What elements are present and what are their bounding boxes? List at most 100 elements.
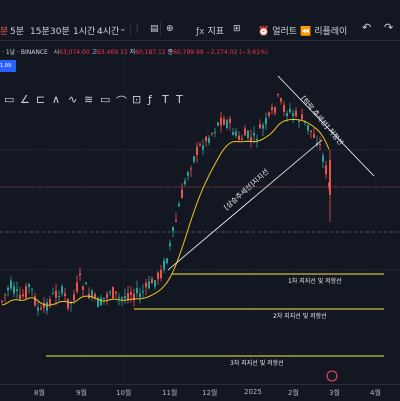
x-axis xyxy=(0,384,400,401)
candle-body xyxy=(76,282,78,292)
triangle-tool-icon[interactable]: ∧ xyxy=(52,93,60,106)
candle-body xyxy=(214,131,216,134)
candle-body xyxy=(136,288,138,294)
candle-body xyxy=(187,172,189,176)
high-value: 63,469.13 xyxy=(97,49,128,56)
candle-body xyxy=(142,291,144,293)
candle-body xyxy=(310,130,312,132)
candle-body xyxy=(169,242,171,247)
candle-body xyxy=(157,272,159,280)
candle-body xyxy=(100,297,102,306)
x-tick-label: 2025 xyxy=(244,388,262,396)
candle-body xyxy=(139,293,141,298)
x-tick-label: 8월 xyxy=(34,389,45,397)
candle-body xyxy=(262,124,264,129)
price-chart[interactable] xyxy=(0,0,400,384)
candle-body xyxy=(172,226,174,232)
candle-body xyxy=(277,94,279,96)
candle-body xyxy=(181,189,183,199)
x-tick-label: 12월 xyxy=(202,389,218,397)
candle-body xyxy=(85,282,87,285)
candle-body xyxy=(256,139,258,141)
candle-body xyxy=(289,109,291,113)
candle-body xyxy=(121,297,123,299)
candle-body xyxy=(28,284,30,288)
candle-body xyxy=(253,133,255,136)
candle-body xyxy=(178,203,180,207)
candle-body xyxy=(259,124,261,129)
rectangle-tool-icon[interactable]: ▭ xyxy=(4,93,14,106)
candle-body xyxy=(79,273,81,276)
candle-body xyxy=(190,168,192,170)
support-line-3-label: 3차 지지선 및 저항선 xyxy=(230,360,284,367)
candle-body xyxy=(115,291,117,294)
candle-body xyxy=(280,98,282,102)
candle-body xyxy=(283,104,285,112)
candle-body xyxy=(40,308,42,310)
candle-body xyxy=(229,118,231,123)
candle-body xyxy=(151,278,153,284)
candle-body xyxy=(55,290,57,298)
support-line-2-label: 2차 지지선 및 저항선 xyxy=(273,313,327,320)
drawing-toolbar: ▭ ∠ ⊏ ∧ ∿ ≋ ▭ ⌒ ⊡ ƒ T T xyxy=(0,93,190,111)
candle-body xyxy=(196,146,198,156)
candle-body xyxy=(49,299,51,305)
x-tick-label: 3월 xyxy=(329,389,340,397)
box-tool-icon[interactable]: ▭ xyxy=(100,93,110,106)
candle-body xyxy=(154,280,156,287)
candle-body xyxy=(208,137,210,143)
candle-body xyxy=(329,160,331,195)
candle-body xyxy=(298,120,300,123)
candle-body xyxy=(235,131,237,136)
candle-body xyxy=(223,119,225,125)
candle-body xyxy=(91,290,93,297)
range-tool-icon[interactable]: ⊡ xyxy=(132,93,141,106)
text-tool-icon[interactable]: T xyxy=(162,93,169,106)
candle-body xyxy=(160,269,162,279)
x-tick-label: 9월 xyxy=(76,389,87,397)
candle-body xyxy=(313,134,315,138)
candle-body xyxy=(37,307,39,311)
candle-body xyxy=(322,155,324,162)
channel-tool-icon[interactable]: ⊏ xyxy=(36,93,45,106)
candle-body xyxy=(124,295,126,299)
x-tick-label: 4월 xyxy=(370,389,381,397)
candle-body xyxy=(13,286,15,294)
candle-body xyxy=(67,298,69,309)
candle-body xyxy=(163,260,165,270)
candle-body xyxy=(325,165,327,175)
candle-body xyxy=(286,113,288,117)
candle-body xyxy=(25,286,27,298)
wave-tool-icon[interactable]: ∿ xyxy=(68,93,77,106)
candle-body xyxy=(247,130,249,138)
candle-body xyxy=(127,293,129,301)
candle-body xyxy=(301,114,303,120)
candle-body xyxy=(64,293,66,297)
candle-body xyxy=(10,280,12,289)
candle-body xyxy=(82,286,84,290)
candle-body xyxy=(112,287,114,299)
open-value: 63,074.00 xyxy=(59,49,90,56)
pattern-tool-icon[interactable]: ≋ xyxy=(84,93,93,106)
candle-body xyxy=(295,110,297,117)
arc-tool-icon[interactable]: ⌒ xyxy=(116,93,127,109)
candle-body xyxy=(22,294,24,297)
candle-body xyxy=(52,293,54,295)
candle-body xyxy=(58,296,60,298)
angle-tool-icon[interactable]: ∠ xyxy=(20,93,30,106)
candle-body xyxy=(220,117,222,126)
candle-body xyxy=(106,293,108,298)
fib-tool-icon[interactable]: ƒ xyxy=(148,93,152,106)
candle-body xyxy=(265,118,267,125)
moving-average-line xyxy=(1,118,330,306)
candle-body xyxy=(238,135,240,140)
candle-body xyxy=(217,122,219,126)
text-note-tool-icon[interactable]: T xyxy=(176,93,183,106)
candle-body xyxy=(73,294,75,301)
candle-body xyxy=(244,128,246,136)
x-tick-label: 11월 xyxy=(162,389,178,397)
candle-body xyxy=(130,292,132,296)
candle-body xyxy=(199,144,201,146)
candle-body xyxy=(271,107,273,111)
price-badge: 1.99 xyxy=(0,60,16,72)
